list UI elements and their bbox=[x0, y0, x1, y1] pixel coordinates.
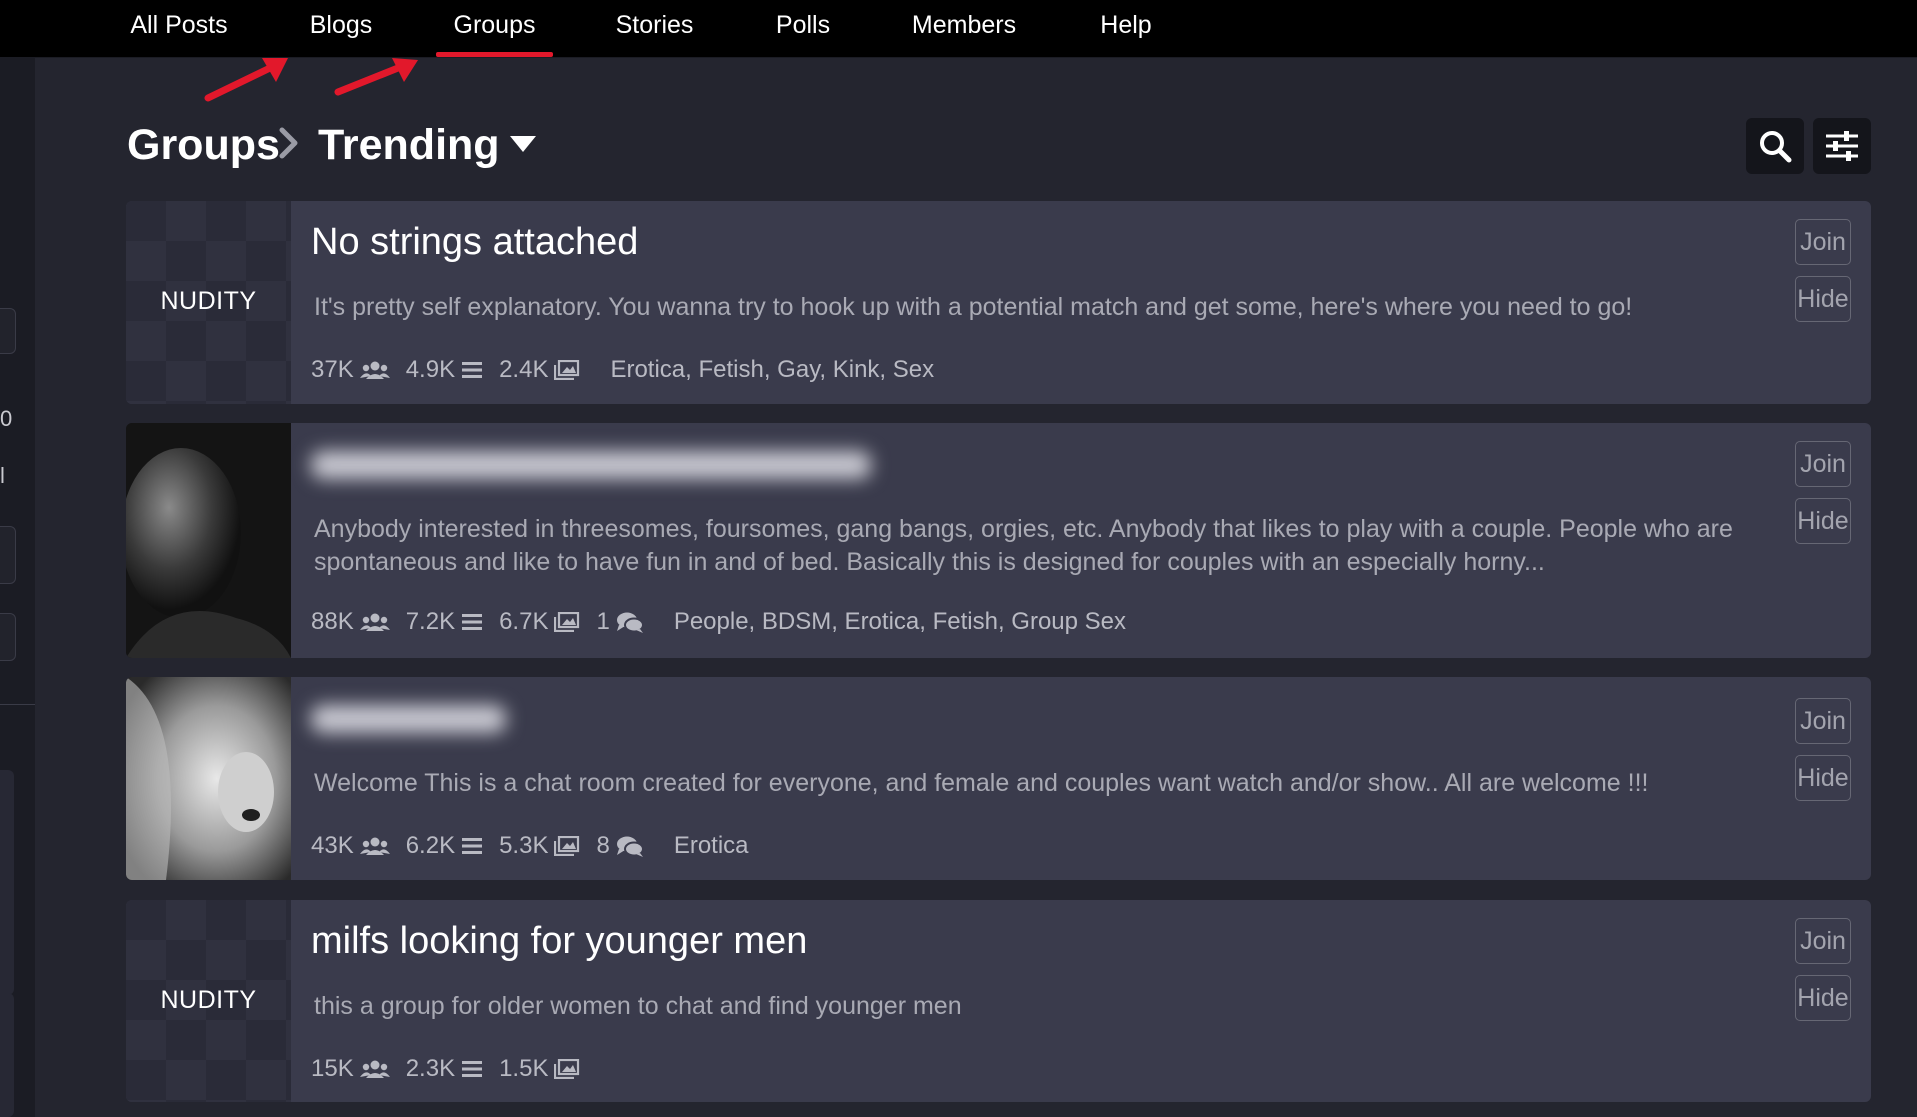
red-arrow-icon bbox=[204, 58, 288, 102]
join-button[interactable]: Join bbox=[1795, 918, 1851, 964]
tab-all-posts[interactable]: All Posts bbox=[118, 0, 240, 57]
image-icon bbox=[554, 360, 580, 380]
post-count: 2.3K bbox=[405, 1055, 456, 1082]
list-icon bbox=[462, 838, 483, 854]
sidebar-divider bbox=[0, 704, 35, 705]
blurred-title bbox=[311, 705, 506, 733]
blurred-title bbox=[311, 451, 871, 479]
group-stats: 37K 4.9K 2.4K Erotica, Fetish, Gay, Kink… bbox=[311, 356, 934, 384]
post-count: 7.2K bbox=[405, 608, 456, 635]
member-count: 88K bbox=[311, 608, 354, 635]
member-count: 15K bbox=[311, 1055, 354, 1082]
group-tags: Erotica, Fetish, Gay, Kink, Sex bbox=[610, 356, 935, 383]
tab-blogs[interactable]: Blogs bbox=[302, 0, 380, 57]
image-icon bbox=[554, 612, 580, 632]
sidebar-button[interactable] bbox=[0, 526, 16, 584]
hide-button[interactable]: Hide bbox=[1795, 755, 1851, 801]
sidebar-text: 0 bbox=[0, 406, 13, 431]
group-title-blurred[interactable] bbox=[311, 697, 511, 749]
group-thumbnail[interactable] bbox=[126, 423, 291, 658]
chevron-right-icon bbox=[279, 127, 298, 159]
member-count: 37K bbox=[311, 356, 354, 383]
post-count: 6.2K bbox=[405, 832, 456, 859]
group-description: this a group for older women to chat and… bbox=[314, 992, 962, 1020]
search-icon bbox=[1760, 131, 1792, 163]
tab-help[interactable]: Help bbox=[1092, 0, 1160, 57]
tab-members[interactable]: Members bbox=[905, 0, 1023, 57]
list-icon bbox=[462, 362, 483, 378]
list-icon bbox=[462, 1061, 483, 1077]
group-stats: 15K 2.3K 1.5K bbox=[311, 1055, 596, 1083]
photo-count: 5.3K bbox=[499, 832, 549, 859]
group-description: It's pretty self explanatory. You wanna … bbox=[314, 293, 1633, 321]
join-button[interactable]: Join bbox=[1795, 441, 1851, 487]
search-button[interactable] bbox=[1746, 118, 1804, 174]
group-thumbnail[interactable] bbox=[126, 677, 291, 880]
chat-bubbles-icon bbox=[616, 612, 644, 633]
chat-bubbles-icon bbox=[616, 836, 644, 857]
hide-button[interactable]: Hide bbox=[1795, 498, 1851, 544]
sliders-icon bbox=[1826, 131, 1858, 161]
hide-button[interactable]: Hide bbox=[1795, 975, 1851, 1021]
users-icon bbox=[359, 837, 390, 855]
red-arrow-icon bbox=[334, 58, 418, 96]
breadcrumb-groups[interactable]: Groups bbox=[127, 115, 280, 175]
post-count: 4.9K bbox=[405, 356, 456, 383]
sidebar-button[interactable] bbox=[0, 613, 16, 661]
photo-count: 1.5K bbox=[499, 1055, 549, 1082]
join-button[interactable]: Join bbox=[1795, 219, 1851, 265]
group-photo bbox=[126, 423, 291, 658]
sidebar-text: l bbox=[0, 463, 5, 488]
image-icon bbox=[554, 836, 580, 856]
group-thumbnail[interactable]: NUDITY bbox=[126, 900, 291, 1102]
hide-button[interactable]: Hide bbox=[1795, 276, 1851, 322]
tab-polls[interactable]: Polls bbox=[770, 0, 836, 57]
left-sidebar: 0 l bbox=[0, 58, 35, 1117]
nudity-label: NUDITY bbox=[160, 986, 257, 1014]
group-card[interactable]: Anybody interested in threesomes, fourso… bbox=[126, 423, 1871, 658]
group-title[interactable]: No strings attached bbox=[311, 221, 638, 264]
top-navigation: All Posts Blogs Groups Stories Polls Mem… bbox=[0, 0, 1917, 58]
breadcrumb-trending[interactable]: Trending bbox=[318, 115, 500, 175]
member-count: 43K bbox=[311, 832, 354, 859]
chat-count: 1 bbox=[596, 608, 610, 635]
group-tags: Erotica bbox=[673, 832, 749, 859]
group-stats: 43K 6.2K 5.3K 8 Erotica bbox=[311, 832, 749, 860]
group-title[interactable]: milfs looking for younger men bbox=[311, 920, 807, 963]
group-thumbnail[interactable]: NUDITY bbox=[126, 201, 291, 404]
image-icon bbox=[554, 1059, 580, 1079]
group-description: Anybody interested in threesomes, fourso… bbox=[314, 515, 1733, 576]
tab-groups[interactable]: Groups bbox=[436, 0, 553, 57]
users-icon bbox=[359, 361, 390, 379]
chat-count: 8 bbox=[596, 832, 610, 859]
users-icon bbox=[359, 1060, 390, 1078]
group-stats: 88K 7.2K 6.7K 1 People, BDSM, Erotica, F… bbox=[311, 608, 1126, 636]
group-description: Welcome This is a chat room created for … bbox=[314, 769, 1649, 797]
photo-count: 2.4K bbox=[499, 356, 549, 383]
group-tags: People, BDSM, Erotica, Fetish, Group Sex bbox=[673, 608, 1127, 635]
users-icon bbox=[359, 613, 390, 631]
sidebar-button[interactable] bbox=[0, 308, 16, 354]
caret-down-icon[interactable] bbox=[508, 133, 538, 155]
nudity-label: NUDITY bbox=[160, 287, 257, 315]
list-icon bbox=[462, 614, 483, 630]
tab-stories[interactable]: Stories bbox=[607, 0, 702, 57]
join-button[interactable]: Join bbox=[1795, 698, 1851, 744]
group-card[interactable]: NUDITY No strings attached It's pretty s… bbox=[126, 201, 1871, 404]
photo-count: 6.7K bbox=[499, 608, 549, 635]
group-card[interactable]: NUDITY milfs looking for younger men thi… bbox=[126, 900, 1871, 1102]
group-card[interactable]: Welcome This is a chat room created for … bbox=[126, 677, 1871, 880]
group-photo bbox=[126, 677, 291, 880]
group-title-blurred[interactable] bbox=[311, 443, 871, 495]
filter-button[interactable] bbox=[1813, 118, 1871, 174]
sidebar-panel bbox=[0, 770, 14, 995]
sidebar-panel bbox=[0, 993, 14, 1117]
